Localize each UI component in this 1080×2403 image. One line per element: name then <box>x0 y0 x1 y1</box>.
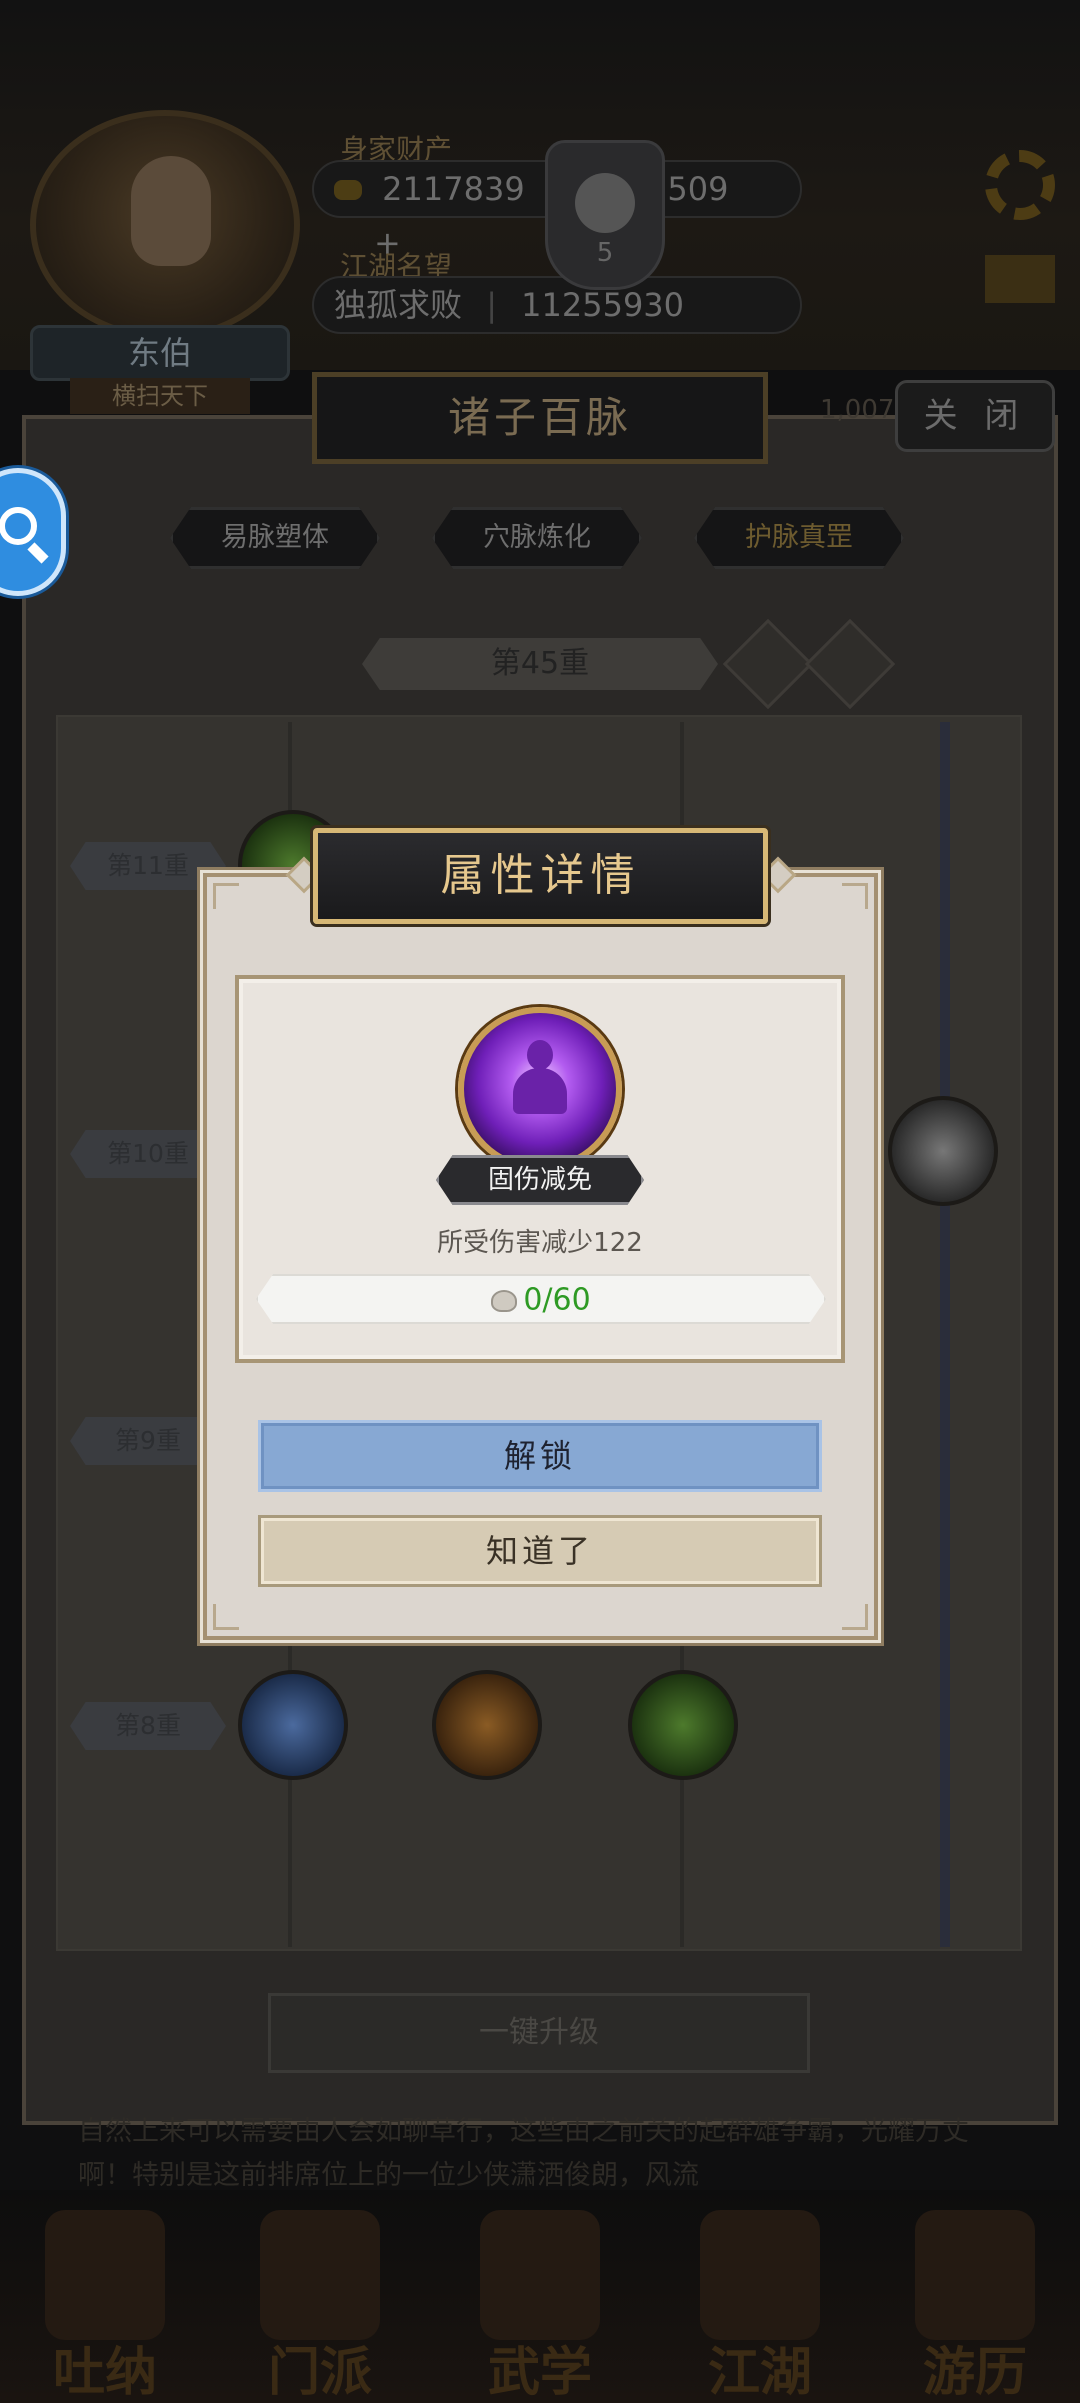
nav-label: 武学 <box>487 2342 592 2403</box>
unlock-cost-bar: 0/60 <box>256 1274 826 1324</box>
nav-sect[interactable]: 门派 <box>245 2210 395 2403</box>
martial-arts-icon <box>480 2210 600 2340</box>
panel-title: 诸子百脉 <box>312 372 768 464</box>
travel-icon <box>915 2210 1035 2340</box>
tab-guard-aura[interactable]: 护脉真罡 <box>694 507 904 569</box>
gold-icon <box>334 180 362 200</box>
nav-breathing[interactable]: 吐纳 <box>30 2210 180 2403</box>
level-selector[interactable]: 第45重 <box>362 638 718 690</box>
player-avatar[interactable] <box>30 110 300 340</box>
corner-ornament <box>213 883 239 909</box>
skill-name: 固伤减免 <box>436 1155 644 1205</box>
row-label-8: 第8重 <box>70 1702 226 1750</box>
floating-search-bubble[interactable] <box>0 468 66 596</box>
nav-label: 江湖 <box>707 2342 812 2403</box>
sect-icon <box>260 2210 380 2340</box>
dialog-title: 属性详情 <box>313 828 768 924</box>
close-button[interactable]: 关 闭 <box>895 380 1055 452</box>
locked-node-icon[interactable] <box>888 1096 998 1206</box>
got-it-button[interactable]: 知道了 <box>258 1515 822 1587</box>
grid-scrollbar[interactable] <box>940 722 950 1947</box>
unlock-button[interactable]: 解锁 <box>258 1420 822 1492</box>
fist-node-icon[interactable] <box>432 1670 542 1780</box>
story-text: 自然上来可以需要由人会如聊草行，这些由之前关的起群雄争霸，光耀万丈啊！特别是这前… <box>78 2116 969 2191</box>
reputation-bar: 独孤求败 | 11255930 <box>312 276 802 334</box>
tab-acupoint-refine[interactable]: 穴脉炼化 <box>432 507 642 569</box>
nav-label: 吐纳 <box>52 2342 157 2403</box>
mail-icon[interactable] <box>985 255 1055 303</box>
heart-node-icon[interactable] <box>628 1670 738 1780</box>
player-name: 东伯 <box>30 325 290 381</box>
skill-description: 所受伤害减少122 <box>437 1228 643 1258</box>
level-token[interactable]: 5 <box>545 140 665 290</box>
level-number: 5 <box>596 238 614 268</box>
nav-martial-arts[interactable]: 武学 <box>465 2210 615 2403</box>
gear-icon[interactable] <box>985 150 1055 220</box>
breathing-icon <box>45 2210 165 2340</box>
person-silhouette-icon <box>509 1040 571 1130</box>
top-header: 身家财产 2117839 3509 + 江湖名望 独孤求败 | 11255930… <box>0 0 1080 381</box>
cost-progress: 0/60 <box>523 1282 591 1318</box>
nav-label: 游历 <box>922 2342 1027 2403</box>
one-click-upgrade-button[interactable]: 一键升级 <box>268 1993 810 2073</box>
nav-jianghu[interactable]: 江湖 <box>685 2210 835 2403</box>
player-subtitle: 横扫天下 <box>70 378 250 414</box>
panel-ghost-number: 1,007 <box>820 395 895 425</box>
shield-node-icon[interactable] <box>238 1670 348 1780</box>
avatar-portrait <box>131 156 211 266</box>
title-text: 独孤求败 <box>334 286 463 324</box>
corner-ornament <box>213 1604 239 1630</box>
material-icon <box>491 1289 518 1312</box>
corner-ornament <box>842 883 868 909</box>
search-icon <box>0 507 37 545</box>
gold-amount: 2117839 <box>382 170 525 208</box>
yin-yang-icon <box>575 173 635 233</box>
jianghu-icon <box>700 2210 820 2340</box>
nav-travel[interactable]: 游历 <box>900 2210 1050 2403</box>
reputation-value: 11255930 <box>521 286 685 324</box>
corner-ornament <box>842 1604 868 1630</box>
nav-label: 门派 <box>267 2342 372 2403</box>
search-icon-handle <box>27 542 49 564</box>
tab-meridian-body[interactable]: 易脉塑体 <box>170 507 380 569</box>
